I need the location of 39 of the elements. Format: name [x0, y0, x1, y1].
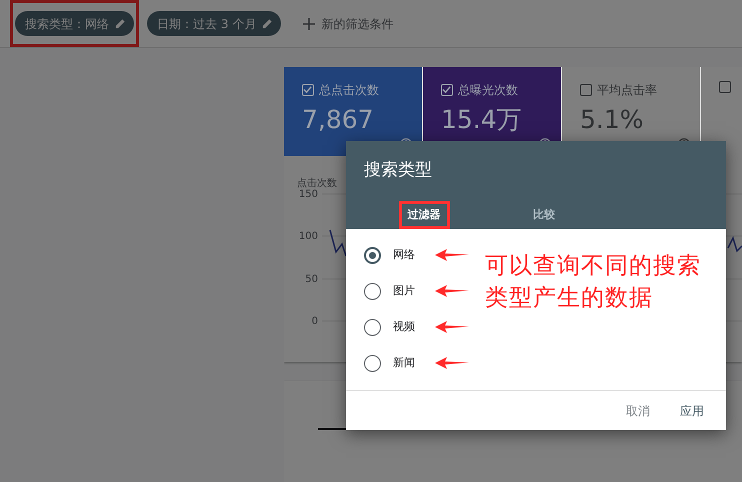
axis-tick: 50	[305, 273, 318, 287]
radio-button[interactable]	[364, 318, 381, 336]
axis-tick: 100	[298, 230, 318, 244]
cancel-button[interactable]: 取消	[614, 398, 662, 424]
metric-label: 总曝光次数	[458, 82, 518, 99]
axis-tick: 0	[312, 315, 318, 329]
option-label[interactable]: 网络	[393, 246, 415, 264]
option-label[interactable]: 图片	[393, 282, 415, 300]
apply-button[interactable]: 应用	[668, 398, 716, 424]
axis-tick: 150	[298, 188, 318, 202]
filter-chip[interactable]: 搜索类型：网络	[15, 11, 134, 36]
checkbox[interactable]	[441, 84, 453, 96]
checkbox[interactable]	[719, 81, 731, 93]
chart-line	[727, 236, 742, 252]
annotation-text: 可以查询不同的搜索类型产生的数据	[485, 252, 702, 313]
filter-chip[interactable]: 日期：过去 3 个月	[147, 11, 282, 36]
radio-button[interactable]	[364, 246, 381, 264]
metric-value: 7,867	[302, 104, 375, 136]
plus-icon	[303, 18, 316, 30]
axis-title: 点击次数	[297, 176, 337, 190]
metric-value: 15.4万	[441, 104, 523, 136]
annotation-box: 过滤器	[398, 200, 450, 230]
metric-label: 总点击次数	[319, 82, 379, 99]
radio-button[interactable]	[364, 282, 381, 300]
dialog-title: 搜索类型	[364, 159, 433, 182]
option-label[interactable]: 视频	[393, 318, 415, 336]
add-filter-button[interactable]: 新的筛选条件	[297, 14, 400, 34]
chart-line	[329, 230, 347, 256]
checkbox[interactable]	[580, 84, 592, 96]
checkbox[interactable]	[302, 84, 314, 96]
metric-value: 5.1%	[580, 104, 645, 136]
tab[interactable]: 比较	[484, 200, 604, 234]
metric-label: 平均点击率	[597, 82, 657, 99]
tab[interactable]: 过滤器	[364, 200, 484, 234]
edit-icon	[262, 18, 274, 29]
option-label[interactable]: 新闻	[393, 354, 415, 372]
metric-card[interactable]: 总点击次数 7,867	[284, 67, 423, 156]
edit-icon	[115, 18, 126, 29]
radio-button[interactable]	[364, 354, 381, 372]
